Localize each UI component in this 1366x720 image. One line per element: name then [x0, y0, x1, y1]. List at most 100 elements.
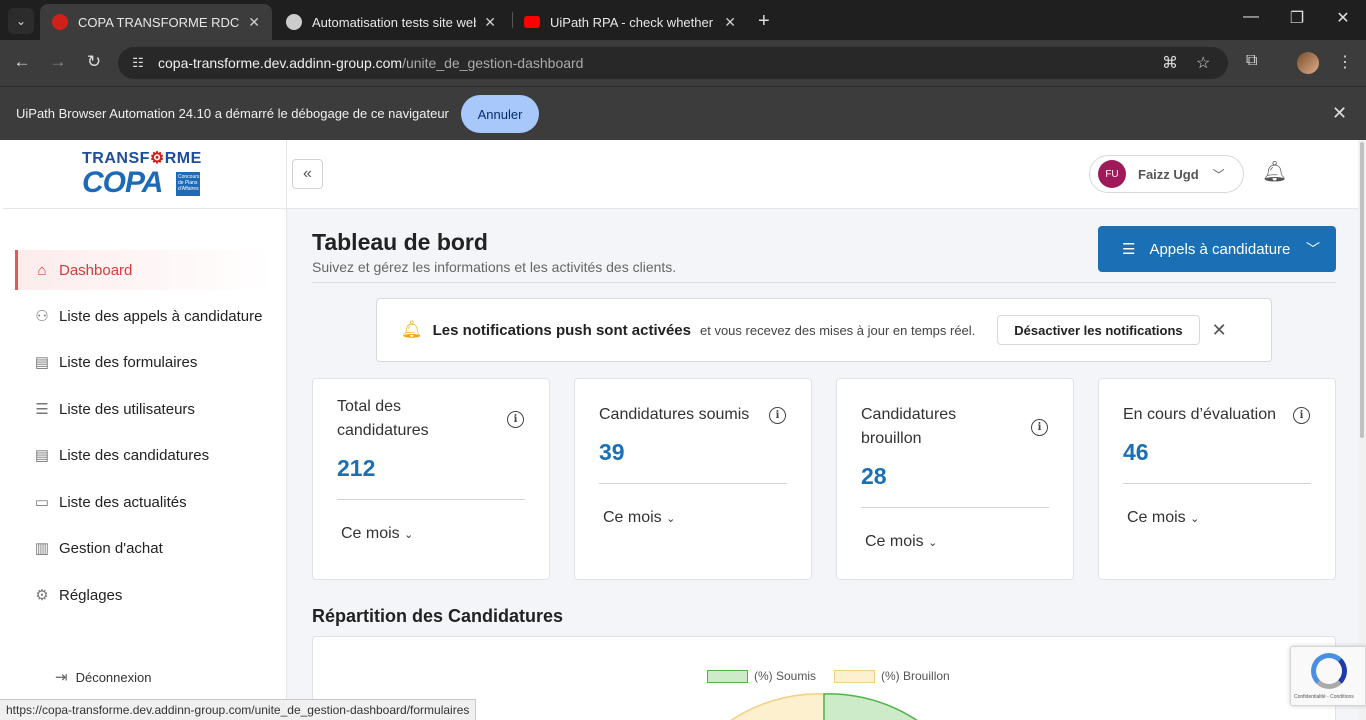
card-title: Total des candidatures — [337, 398, 429, 439]
chevron-down-icon: ﹀ — [1306, 241, 1320, 257]
info-icon[interactable]: i — [507, 411, 524, 428]
gear-icon: ⚙ — [35, 587, 49, 604]
notification-strong-text: Les notifications push sont activées — [432, 321, 691, 339]
stat-card-total: Total des candidatures i 212 Ce mois ⌄ — [312, 378, 550, 580]
divider — [861, 507, 1049, 508]
logout-button[interactable]: ⇥ Déconnexion — [55, 668, 151, 686]
logout-label: Déconnexion — [75, 669, 152, 685]
user-name: Faizz Ugd — [1138, 166, 1199, 182]
appels-candidature-dropdown-button[interactable]: ☰ Appels à candidature ﹀ — [1098, 226, 1336, 272]
sidebar-item-dashboard[interactable]: ⌂ Dashboard — [15, 250, 273, 290]
form-icon: ▤ — [34, 354, 50, 371]
recaptcha-badge[interactable]: Confidentialité - Conditions — [1290, 646, 1366, 706]
bell-icon[interactable]: 🔔︎ — [1262, 159, 1287, 184]
chevron-down-icon: ﹀ — [1212, 167, 1225, 182]
disable-notifications-button[interactable]: Désactiver les notifications — [997, 315, 1200, 345]
sidebar-item-candidatures[interactable]: ▤ Liste des candidatures — [15, 435, 273, 475]
sidebar-item-formulaires[interactable]: ▤ Liste des formulaires — [15, 342, 273, 382]
profile-avatar[interactable] — [1297, 52, 1319, 74]
browser-menu-icon[interactable]: ⋮ — [1337, 52, 1353, 72]
card-value: 39 — [599, 439, 625, 465]
notification-text: et vous recevez des mises à jour en temp… — [700, 322, 976, 338]
close-icon[interactable]: ✕ — [1212, 320, 1227, 341]
pie-slice-soumis[interactable] — [823, 693, 938, 720]
push-notification-banner: 🔔︎ Les notifications push sont activées … — [376, 298, 1272, 362]
new-tab-plus-icon[interactable]: + — [758, 10, 770, 33]
pie-slice-brouillon[interactable] — [710, 693, 825, 720]
card-value: 212 — [337, 455, 376, 481]
home-icon: ⌂ — [37, 261, 47, 279]
close-infobar-icon[interactable]: ✕ — [1332, 103, 1347, 124]
logout-icon: ⇥ — [55, 669, 68, 686]
extensions-puzzle-icon[interactable]: ⧉ — [1246, 52, 1257, 70]
top-header: « FU Faizz Ugd ﹀ 🔔︎ — [287, 140, 1360, 209]
news-icon: ▭ — [34, 494, 50, 511]
sidebar-item-label: Réglages — [59, 586, 123, 604]
info-icon[interactable]: i — [1293, 407, 1310, 424]
window-close-icon[interactable]: ✕ — [1328, 8, 1358, 28]
recaptcha-logo-icon — [1311, 653, 1347, 689]
sidebar-item-actualites[interactable]: ▭ Liste des actualités — [15, 482, 273, 522]
globe-favicon-icon — [286, 14, 302, 30]
chevron-down-icon: ⌄ — [928, 537, 938, 549]
divider — [1123, 483, 1311, 484]
sidebar-item-appels[interactable]: ⚇ Liste des appels à candidature — [15, 296, 273, 336]
logo-wordmark-top: TRANSF⚙RME — [82, 150, 202, 167]
youtube-favicon-icon — [524, 16, 540, 28]
sidebar-item-label: Dashboard — [59, 261, 133, 279]
bookmark-star-icon[interactable]: ☆ — [1196, 53, 1210, 73]
tab-uipath[interactable]: UiPath RPA - check whether the ✕ — [512, 4, 748, 40]
user-menu[interactable]: FU Faizz Ugd ﹀ — [1089, 155, 1244, 193]
sidebar-item-reglages[interactable]: ⚙ Réglages — [15, 575, 273, 615]
logo-wordmark-copa: COPA — [82, 166, 163, 199]
cta-label: Appels à candidature — [1149, 240, 1291, 258]
info-icon[interactable]: i — [1031, 419, 1048, 436]
tab-copa[interactable]: COPA TRANSFORME RDC ✕ — [40, 4, 272, 40]
collapse-sidebar-button[interactable]: « — [292, 159, 323, 189]
page-title: Tableau de bord — [312, 229, 488, 255]
browser-tab-bar: ⌄ COPA TRANSFORME RDC ✕ Automatisation t… — [0, 0, 1366, 40]
close-tab-icon[interactable]: ✕ — [724, 14, 736, 31]
site-settings-icon[interactable]: ☷ — [126, 51, 150, 75]
tab-search-dropdown[interactable]: ⌄ — [8, 8, 34, 34]
page-scrollbar[interactable] — [1358, 140, 1366, 720]
sidebar-item-achat[interactable]: ▥ Gestion d'achat — [15, 528, 273, 568]
period-dropdown[interactable]: Ce mois ⌄ — [1127, 509, 1199, 527]
address-bar[interactable]: ☷ copa-transforme.dev.addinn-group.com/u… — [118, 47, 1228, 79]
users-list-icon: ☰ — [35, 401, 49, 418]
tab-automatisation[interactable]: Automatisation tests site web ✕ — [274, 4, 508, 40]
copa-transforme-logo[interactable]: TRANSF⚙RME COPA Concours de Plans d'Affa… — [3, 140, 286, 209]
back-arrow-icon[interactable]: ← — [10, 52, 34, 72]
section-title: Répartition des Candidatures — [312, 606, 564, 626]
logo-badge: Concours de Plans d'Affaires — [176, 172, 200, 196]
period-dropdown[interactable]: Ce mois ⌄ — [865, 533, 937, 551]
close-tab-icon[interactable]: ✕ — [484, 14, 496, 31]
card-title: Candidatures soumis — [599, 406, 750, 423]
stat-card-brouillon: Candidatures brouillon i 28 Ce mois ⌄ — [836, 378, 1074, 580]
reload-icon[interactable]: ↻ — [82, 52, 106, 72]
close-tab-icon[interactable]: ✕ — [248, 14, 260, 31]
minimize-icon[interactable]: — — [1236, 8, 1266, 26]
stat-card-evaluation: En cours d’évaluation i 46 Ce mois ⌄ — [1098, 378, 1336, 580]
info-icon[interactable]: i — [769, 407, 786, 424]
sidebar-item-label: Liste des appels à candidature — [59, 307, 263, 325]
browser-toolbar: ← → ↻ ☷ copa-transforme.dev.addinn-group… — [0, 40, 1366, 86]
period-dropdown[interactable]: Ce mois ⌄ — [603, 509, 675, 527]
sidebar-item-utilisateurs[interactable]: ☰ Liste des utilisateurs — [15, 389, 273, 429]
avatar: FU — [1098, 160, 1126, 188]
chevron-down-icon: ⌄ — [666, 513, 676, 525]
recaptcha-text: Confidentialité - Conditions — [1294, 694, 1354, 700]
chevron-down-icon: ⌄ — [1190, 513, 1200, 525]
card-value: 46 — [1123, 439, 1149, 465]
cancel-debug-button[interactable]: Annuler — [461, 95, 539, 133]
forward-arrow-icon[interactable]: → — [46, 52, 70, 72]
scrollbar-thumb[interactable] — [1360, 142, 1364, 438]
tab-title: COPA TRANSFORME RDC — [78, 14, 240, 30]
period-dropdown[interactable]: Ce mois ⌄ — [341, 525, 413, 543]
divider — [337, 499, 525, 500]
sidebar-item-label: Liste des utilisateurs — [59, 400, 195, 418]
megaphone-icon: ⚇ — [35, 308, 49, 325]
translate-icon[interactable]: ⌘ — [1162, 53, 1178, 73]
restore-icon[interactable]: ❐ — [1282, 8, 1312, 28]
filter-icon: ☰ — [1122, 241, 1136, 258]
